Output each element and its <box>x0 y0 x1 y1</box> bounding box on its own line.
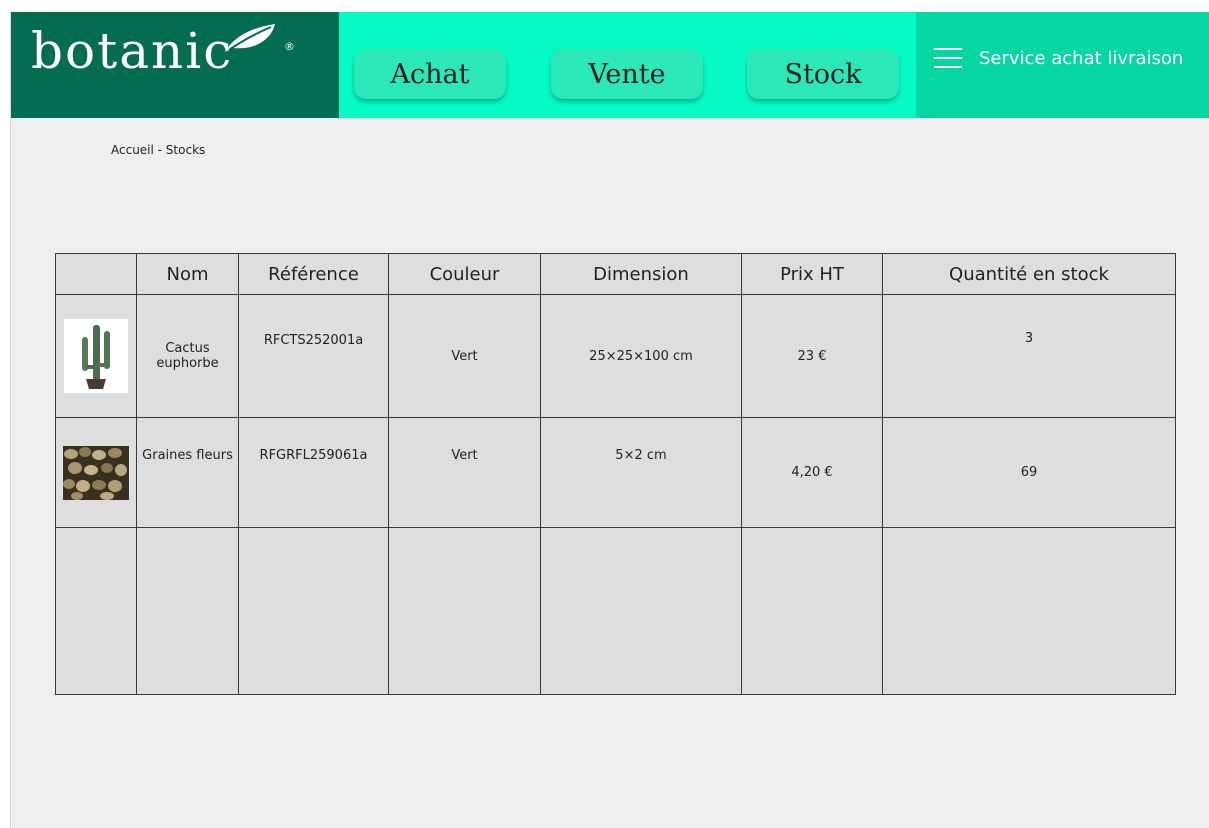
cell-price: 4,20 € <box>741 417 883 528</box>
header-image <box>55 253 137 295</box>
cell-dimension: 5×2 cm <box>540 417 742 528</box>
header-prix: Prix HT <box>741 253 883 295</box>
logo[interactable]: botanic ® <box>11 12 339 118</box>
menu-icon <box>934 48 962 68</box>
header-reference: Référence <box>238 253 389 295</box>
logo-text: botanic <box>31 22 234 80</box>
cell-empty <box>55 527 137 695</box>
cell-color: Vert <box>388 294 541 418</box>
cell-empty <box>238 527 389 695</box>
service-label: Service achat livraison <box>979 47 1184 69</box>
table-header-row: Nom Référence Couleur Dimension Prix HT … <box>55 253 1176 295</box>
cell-price: 23 € <box>741 294 883 418</box>
cell-image <box>55 417 137 528</box>
cell-reference: RFCTS252001a <box>238 294 389 418</box>
registered-mark: ® <box>284 40 295 53</box>
cell-dimension: 25×25×100 cm <box>540 294 742 418</box>
cell-color: Vert <box>388 417 541 528</box>
cell-empty <box>741 527 883 695</box>
header-dimension: Dimension <box>540 253 742 295</box>
table-row[interactable]: Cactus euphorbe RFCTS252001a Vert 25×25×… <box>55 294 1176 418</box>
cell-empty <box>882 527 1176 695</box>
cell-reference: RFGRFL259061a <box>238 417 389 528</box>
cell-empty <box>388 527 541 695</box>
nav-button-vente[interactable]: Vente <box>551 49 703 99</box>
cell-quantity: 3 <box>882 294 1176 418</box>
table-row-empty <box>55 527 1176 695</box>
cell-image <box>55 294 137 418</box>
seeds-image <box>63 445 129 500</box>
page-frame: botanic ® Achat Vente Stock Service acha… <box>10 12 1209 828</box>
header-nom: Nom <box>136 253 239 295</box>
table-row[interactable]: Graines fleurs RFGRFL259061a Vert 5×2 cm… <box>55 417 1176 528</box>
cell-empty <box>540 527 742 695</box>
cell-name: Cactus euphorbe <box>136 294 239 418</box>
cell-quantity: 69 <box>882 417 1176 528</box>
leaf-icon <box>225 24 275 52</box>
cell-name: Graines fleurs <box>136 417 239 528</box>
header: botanic ® Achat Vente Stock Service acha… <box>11 12 1209 118</box>
cell-empty <box>136 527 239 695</box>
header-quantite: Quantité en stock <box>882 253 1176 295</box>
stock-table: Nom Référence Couleur Dimension Prix HT … <box>55 253 1176 695</box>
header-couleur: Couleur <box>388 253 541 295</box>
nav-button-achat[interactable]: Achat <box>354 49 506 99</box>
cactus-image <box>64 319 128 393</box>
nav-button-stock[interactable]: Stock <box>747 49 899 99</box>
breadcrumb[interactable]: Accueil - Stocks <box>111 143 205 157</box>
service-menu-button[interactable]: Service achat livraison <box>916 12 1209 118</box>
